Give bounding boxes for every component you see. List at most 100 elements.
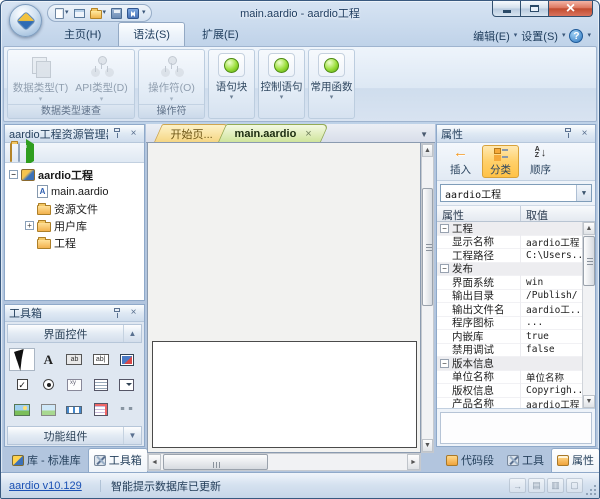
tree-item-root[interactable]: −aardio工程 [5,166,144,183]
tab-toolbox[interactable]: 工具箱 [88,448,148,472]
property-value[interactable]: /Publish/ [521,290,582,301]
ribbon-tab-extend[interactable]: 扩展(E) [187,22,254,46]
pin-icon[interactable] [111,127,124,140]
scroll-left-icon[interactable]: ◄ [148,454,161,470]
statement-block-button[interactable]: 语句块▾ [208,49,255,119]
version-link[interactable]: aardio v10.129 [1,480,101,492]
help-icon[interactable]: ? [569,29,583,43]
close-panel-icon[interactable]: × [127,307,140,320]
explorer-save-button[interactable] [18,144,20,162]
ribbon-tab-syntax[interactable]: 语法(S) [118,22,185,46]
tool-edit[interactable]: ab| [88,348,114,371]
scrollbar-thumb[interactable] [163,454,268,470]
tab-snippets[interactable]: 代码段 [440,448,500,472]
toolbox-section-components[interactable]: 功能组件 ▼ [7,426,142,445]
tool-list-view[interactable]: ≡ ≡ [114,398,140,421]
tab-library[interactable]: 库 - 标准库 [6,448,87,472]
tree-item-folder[interactable]: +用户库 [5,217,144,234]
collapse-icon[interactable]: − [440,359,449,368]
scroll-up-icon[interactable]: ▲ [422,144,433,157]
scroll-right-icon[interactable]: ► [407,454,420,470]
object-selector-combo[interactable]: aardio工程 ▼ [440,184,592,202]
ribbon-tab-home[interactable]: 主页(H) [49,22,116,46]
maximize-button[interactable] [521,1,548,17]
editor-horizontal-scrollbar[interactable]: ◄ ► [147,453,421,471]
form-designer-canvas[interactable] [147,143,421,453]
minimize-button[interactable] [492,1,521,17]
tool-radio[interactable] [35,373,61,396]
scroll-down-icon[interactable]: ▼ [583,395,595,408]
app-menu-button[interactable] [9,4,42,37]
tool-checkbox[interactable]: ✓ [9,373,35,396]
scrollbar-thumb[interactable] [422,188,433,306]
explorer-run-button[interactable] [26,144,34,162]
pin-icon[interactable] [111,307,124,320]
property-value[interactable]: aardio工程 [521,397,582,409]
collapse-up-icon[interactable]: ▲ [123,325,141,342]
run-icon [26,139,34,166]
tool-group-box[interactable]: xy [61,373,87,396]
api-type-button[interactable]: API类型(D)▾ [71,51,132,103]
close-panel-icon[interactable]: × [578,127,591,140]
tree-item-folder[interactable]: −资源文件 [5,200,144,217]
order-button[interactable]: AZ↓顺序 [522,145,559,178]
property-row[interactable]: 产品名称aardio工程 [437,398,582,410]
explorer-import-folder-button[interactable] [10,144,12,162]
menu-edit[interactable]: 编辑(E) [473,28,510,44]
scrollbar-thumb[interactable] [583,236,595,286]
tool-progress-bar[interactable] [61,398,87,421]
tool-pointer[interactable] [9,348,35,371]
common-functions-button[interactable]: 常用函数▾ [308,49,355,119]
close-tab-icon[interactable]: × [306,129,312,139]
tab-list-dropdown-icon[interactable]: ▼ [420,130,428,139]
close-button[interactable]: × [548,1,593,17]
design-surface[interactable] [152,341,417,448]
tree-item-file[interactable]: −Amain.aardio [5,183,144,200]
tool-picture-box[interactable] [9,398,35,421]
toolbox-section-ui-controls[interactable]: 界面控件 ▲ [7,324,142,343]
property-value[interactable]: true [521,331,582,342]
resize-grip[interactable] [584,483,597,496]
collapse-down-icon[interactable]: ▼ [123,427,141,444]
tool-combo-box[interactable] [114,373,140,396]
tab-properties[interactable]: 属性 [551,448,600,472]
menu-settings[interactable]: 设置(S) [521,28,558,44]
grid-scrollbar[interactable]: ▲ ▼ [582,222,595,408]
tool-list-box[interactable] [88,373,114,396]
tool-custom-control[interactable] [114,348,140,371]
property-value[interactable]: aardio工程 [521,235,582,249]
tree-item-folder[interactable]: −工程 [5,234,144,251]
property-value[interactable]: win [521,277,582,288]
operator-button[interactable]: 操作符(O)▾ [141,51,202,103]
tab-tools[interactable]: 工具 [501,448,550,472]
tool-image-box[interactable] [35,398,61,421]
property-value[interactable]: aardio工... [521,302,582,316]
pin-icon[interactable] [562,127,575,140]
scroll-up-icon[interactable]: ▲ [583,222,595,235]
tool-static-text[interactable]: A [35,348,61,371]
qat-window-button[interactable] [72,8,87,19]
control-statement-button[interactable]: 控制语句▾ [258,49,305,119]
qat-new-file-button[interactable]: ▾ [53,7,71,20]
property-value[interactable]: Copyrigh... [521,385,582,396]
close-panel-icon[interactable]: × [127,127,140,140]
title-bar[interactable]: ▾▾▾ main.aardio - aardio工程 × [1,1,599,23]
property-value[interactable]: ... [521,317,582,328]
datatype-lookup-button[interactable]: 数据类型(T)▾ [10,51,71,103]
tool-rich-edit[interactable] [88,398,114,421]
tree-expander-icon[interactable]: − [9,170,18,179]
property-value[interactable]: C:\Users... [521,250,582,261]
doc-tab-main-aardio[interactable]: main.aardio× [218,124,329,142]
tool-button[interactable]: ab [61,348,87,371]
collapse-icon[interactable]: − [440,224,449,233]
property-value[interactable]: 单位名称 [521,370,582,384]
editor-vertical-scrollbar[interactable]: ▲ ▼ [421,143,434,453]
insert-button[interactable]: ←插入 [442,145,479,178]
tree-expander-icon[interactable]: + [25,221,34,230]
scroll-down-icon[interactable]: ▼ [422,439,433,452]
property-value[interactable]: false [521,344,582,355]
categorize-button[interactable]: 分类 [482,145,519,178]
qat-open-folder-button[interactable]: ▾ [88,7,109,20]
collapse-icon[interactable]: − [440,264,449,273]
chevron-down-icon[interactable]: ▼ [576,185,591,201]
